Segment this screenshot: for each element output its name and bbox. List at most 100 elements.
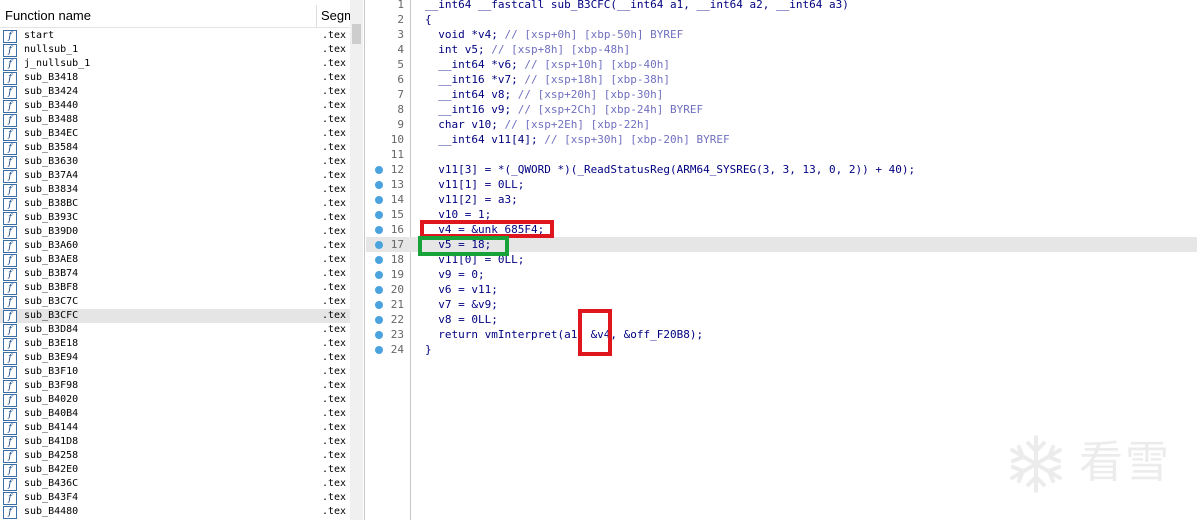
function-row[interactable]: f sub_B3834 .tex [0,183,350,197]
scrollbar-thumb[interactable] [352,24,361,44]
function-icon: f [3,352,17,365]
code-text: __int64 __fastcall sub_B3CFC(__int64 a1,… [425,0,849,11]
function-row[interactable]: f sub_B4020 .tex [0,393,350,407]
function-name: sub_B3424 [24,86,79,97]
function-row[interactable]: f sub_B40B4 .tex [0,407,350,421]
function-segment: .tex [322,254,347,265]
function-row[interactable]: f sub_B43F4 .tex [0,491,350,505]
function-name: sub_B4480 [24,506,79,517]
function-segment: .tex [322,478,347,489]
column-header-function-name[interactable]: Function name [5,8,91,23]
function-row[interactable]: f sub_B4144 .tex [0,421,350,435]
function-icon: f [3,408,17,421]
code-line[interactable]: 8 __int16 v9; // [xsp+2Ch] [xbp-24h] BYR… [366,102,1197,117]
function-row[interactable]: f sub_B3F10 .tex [0,365,350,379]
breakpoint-dot-icon[interactable] [375,211,383,219]
function-row[interactable]: f sub_B42E0 .tex [0,463,350,477]
line-number: 1 [397,0,404,11]
function-icon: f [3,128,17,141]
function-row[interactable]: f sub_B3E18 .tex [0,337,350,351]
breakpoint-dot-icon[interactable] [375,256,383,264]
code-line[interactable]: 24} [366,342,1197,357]
function-row[interactable]: f sub_B39D0 .tex [0,225,350,239]
function-segment: .tex [322,408,347,419]
function-row[interactable]: f nullsub_1 .tex [0,43,350,57]
breakpoint-dot-icon[interactable] [375,196,383,204]
function-icon: f [3,506,17,519]
function-icon: f [3,156,17,169]
function-row[interactable]: f sub_B3418 .tex [0,71,350,85]
breakpoint-dot-icon[interactable] [375,331,383,339]
function-name: sub_B3E18 [24,338,79,349]
function-name: sub_B38BC [24,198,79,209]
code-line[interactable]: 7 __int64 v8; // [xsp+20h] [xbp-30h] [366,87,1197,102]
code-line[interactable]: 11 [366,147,1197,162]
function-row[interactable]: f sub_B4480 .tex [0,505,350,519]
code-line[interactable]: 23 return vmInterpret(a1, &v4, &off_F20B… [366,327,1197,342]
function-row[interactable]: f sub_B3B74 .tex [0,267,350,281]
function-row[interactable]: f sub_B4258 .tex [0,449,350,463]
code-line[interactable]: 10 __int64 v11[4]; // [xsp+30h] [xbp-20h… [366,132,1197,147]
breakpoint-dot-icon[interactable] [375,181,383,189]
function-row[interactable]: f sub_B3AE8 .tex [0,253,350,267]
breakpoint-dot-icon[interactable] [375,316,383,324]
function-list-scrollbar[interactable] [350,0,363,520]
functions-panel: Function name Segm f start .tex f nullsub_1.… [0,0,365,520]
code-line[interactable]: 9 char v10; // [xsp+2Eh] [xbp-22h] [366,117,1197,132]
function-segment: .tex [322,506,347,517]
function-name: sub_B3BF8 [24,282,79,293]
breakpoint-dot-icon[interactable] [375,301,383,309]
function-row[interactable]: f sub_B3C7C .tex [0,295,350,309]
function-icon: f [3,198,17,211]
code-line[interactable]: 6 __int16 *v7; // [xsp+18h] [xbp-38h] [366,72,1197,87]
code-line[interactable]: 22 v8 = 0LL; [366,312,1197,327]
code-line[interactable]: 20 v6 = v11; [366,282,1197,297]
function-icon: f [3,296,17,309]
code-comment: // [xsp+8h] [xbp-48h] [491,43,631,56]
breakpoint-dot-icon[interactable] [375,241,383,249]
function-segment: .tex [322,100,347,111]
function-row[interactable]: f sub_B393C .tex [0,211,350,225]
column-separator[interactable] [316,5,317,27]
breakpoint-dot-icon[interactable] [375,346,383,354]
function-row[interactable]: f sub_B38BC .tex [0,197,350,211]
function-icon: f [3,366,17,379]
function-row[interactable]: f sub_B3D84 .tex [0,323,350,337]
function-row[interactable]: f sub_B3BF8 .tex [0,281,350,295]
function-row[interactable]: f sub_B3A60 .tex [0,239,350,253]
breakpoint-dot-icon[interactable] [375,226,383,234]
function-row[interactable]: f sub_B3584 .tex [0,141,350,155]
function-row[interactable]: f sub_B3630 .tex [0,155,350,169]
code-text: __int64 *v6; // [xsp+10h] [xbp-40h] [425,58,671,71]
line-number: 2 [397,13,404,26]
function-row[interactable]: f sub_B3E94 .tex [0,351,350,365]
function-segment: .tex [322,184,347,195]
function-row[interactable]: f start .tex [0,29,350,43]
function-row[interactable]: f j_nullsub_1 .tex [0,57,350,71]
breakpoint-dot-icon[interactable] [375,271,383,279]
function-row[interactable]: f sub_B3CFC .tex [0,309,350,323]
code-line[interactable]: 14 v11[2] = a3; [366,192,1197,207]
function-row[interactable]: f sub_B41D8 .tex [0,435,350,449]
function-segment: .tex [322,198,347,209]
function-row[interactable]: f sub_B34EC .tex [0,127,350,141]
code-line[interactable]: 21 v7 = &v9; [366,297,1197,312]
code-line[interactable]: 13 v11[1] = 0LL; [366,177,1197,192]
function-row[interactable]: f sub_B436C .tex [0,477,350,491]
code-line[interactable]: 5 __int64 *v6; // [xsp+10h] [xbp-40h] [366,57,1197,72]
code-line[interactable]: 1 __int64 __fastcall sub_B3CFC(__int64 a1… [366,0,1197,12]
code-line[interactable]: 2{ [366,12,1197,27]
function-row[interactable]: f sub_B3440 .tex [0,99,350,113]
code-line[interactable]: 3 void *v4; // [xsp+0h] [xbp-50h] BYREF [366,27,1197,42]
function-row[interactable]: f sub_B3488 .tex [0,113,350,127]
function-name: sub_B436C [24,478,79,489]
code-line[interactable]: 19 v9 = 0; [366,267,1197,282]
function-row[interactable]: f sub_B37A4 .tex [0,169,350,183]
code-line[interactable]: 4 int v5; // [xsp+8h] [xbp-48h] [366,42,1197,57]
function-row[interactable]: f sub_B3F98 .tex [0,379,350,393]
code-line[interactable]: 12 v11[3] = *(_QWORD *)(_ReadStatusReg(A… [366,162,1197,177]
function-row[interactable]: f sub_B3424 .tex [0,85,350,99]
breakpoint-dot-icon[interactable] [375,166,383,174]
breakpoint-dot-icon[interactable] [375,286,383,294]
function-name: sub_B3E94 [24,352,79,363]
